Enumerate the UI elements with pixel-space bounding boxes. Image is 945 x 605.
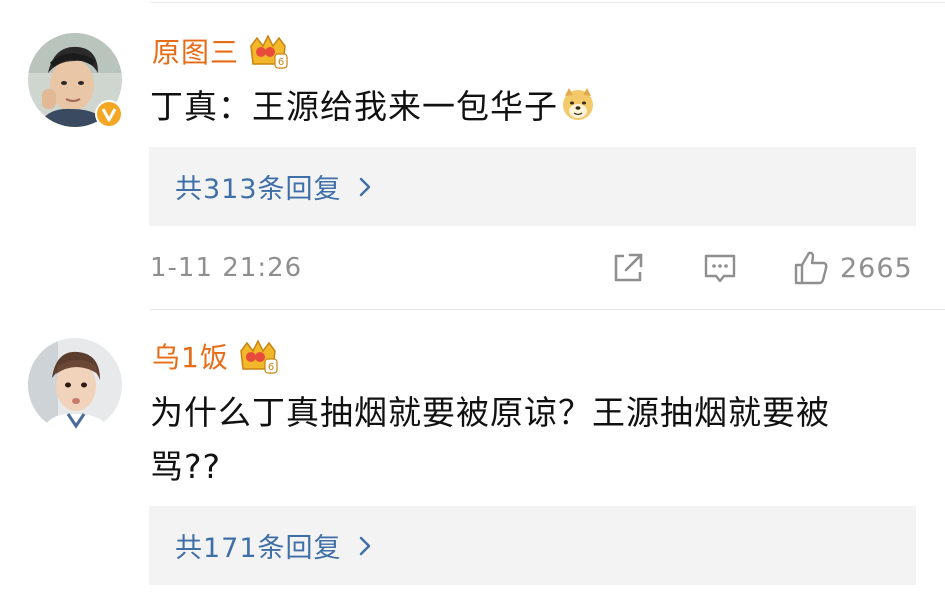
chevron-right-icon xyxy=(359,536,370,555)
crown-badge-icon: 6 xyxy=(250,34,288,69)
like-count: 2665 xyxy=(840,252,913,284)
comment-text: 丁真：王源给我来一包华子 xyxy=(150,80,890,134)
comment-feed: 原图三 6 丁真：王源给我来一包华子 共313条回复 1-11 21:26 26… xyxy=(0,0,945,605)
comment-text-content: 丁真：王源给我来一包华子 xyxy=(150,87,558,126)
verified-badge-icon xyxy=(95,100,123,128)
user-avatar[interactable] xyxy=(28,33,123,128)
replies-count-label: 共313条回复 xyxy=(175,174,342,205)
comment-text-line-1: 为什么丁真抽烟就要被原谅？王源抽烟就要被 xyxy=(150,393,830,432)
svg-text:6: 6 xyxy=(278,57,284,68)
comment-text-line-2: 骂?? xyxy=(150,447,222,486)
comment-icon xyxy=(704,254,736,283)
username[interactable]: 原图三 xyxy=(152,33,239,73)
replies-count-label: 共171条回复 xyxy=(175,533,342,564)
thumbs-up-icon xyxy=(794,251,828,285)
user-avatar[interactable] xyxy=(28,338,122,432)
like-button[interactable]: 2665 xyxy=(792,248,913,288)
comment-text: 为什么丁真抽烟就要被原谅？王源抽烟就要被 骂?? xyxy=(150,386,890,494)
view-replies-button[interactable]: 共171条回复 xyxy=(149,506,916,585)
timestamp: 1-11 21:26 xyxy=(150,253,303,283)
comment-divider xyxy=(150,309,945,310)
doge-emoji xyxy=(563,88,593,120)
crown-badge-icon: 6 xyxy=(240,339,278,374)
view-replies-button[interactable]: 共313条回复 xyxy=(149,147,916,226)
reply-button[interactable] xyxy=(702,248,738,288)
svg-text:6: 6 xyxy=(268,362,274,373)
username[interactable]: 乌1饭 xyxy=(152,338,229,378)
top-divider xyxy=(150,2,945,3)
share-button[interactable] xyxy=(610,248,646,288)
share-icon xyxy=(614,253,643,282)
chevron-right-icon xyxy=(359,177,370,196)
